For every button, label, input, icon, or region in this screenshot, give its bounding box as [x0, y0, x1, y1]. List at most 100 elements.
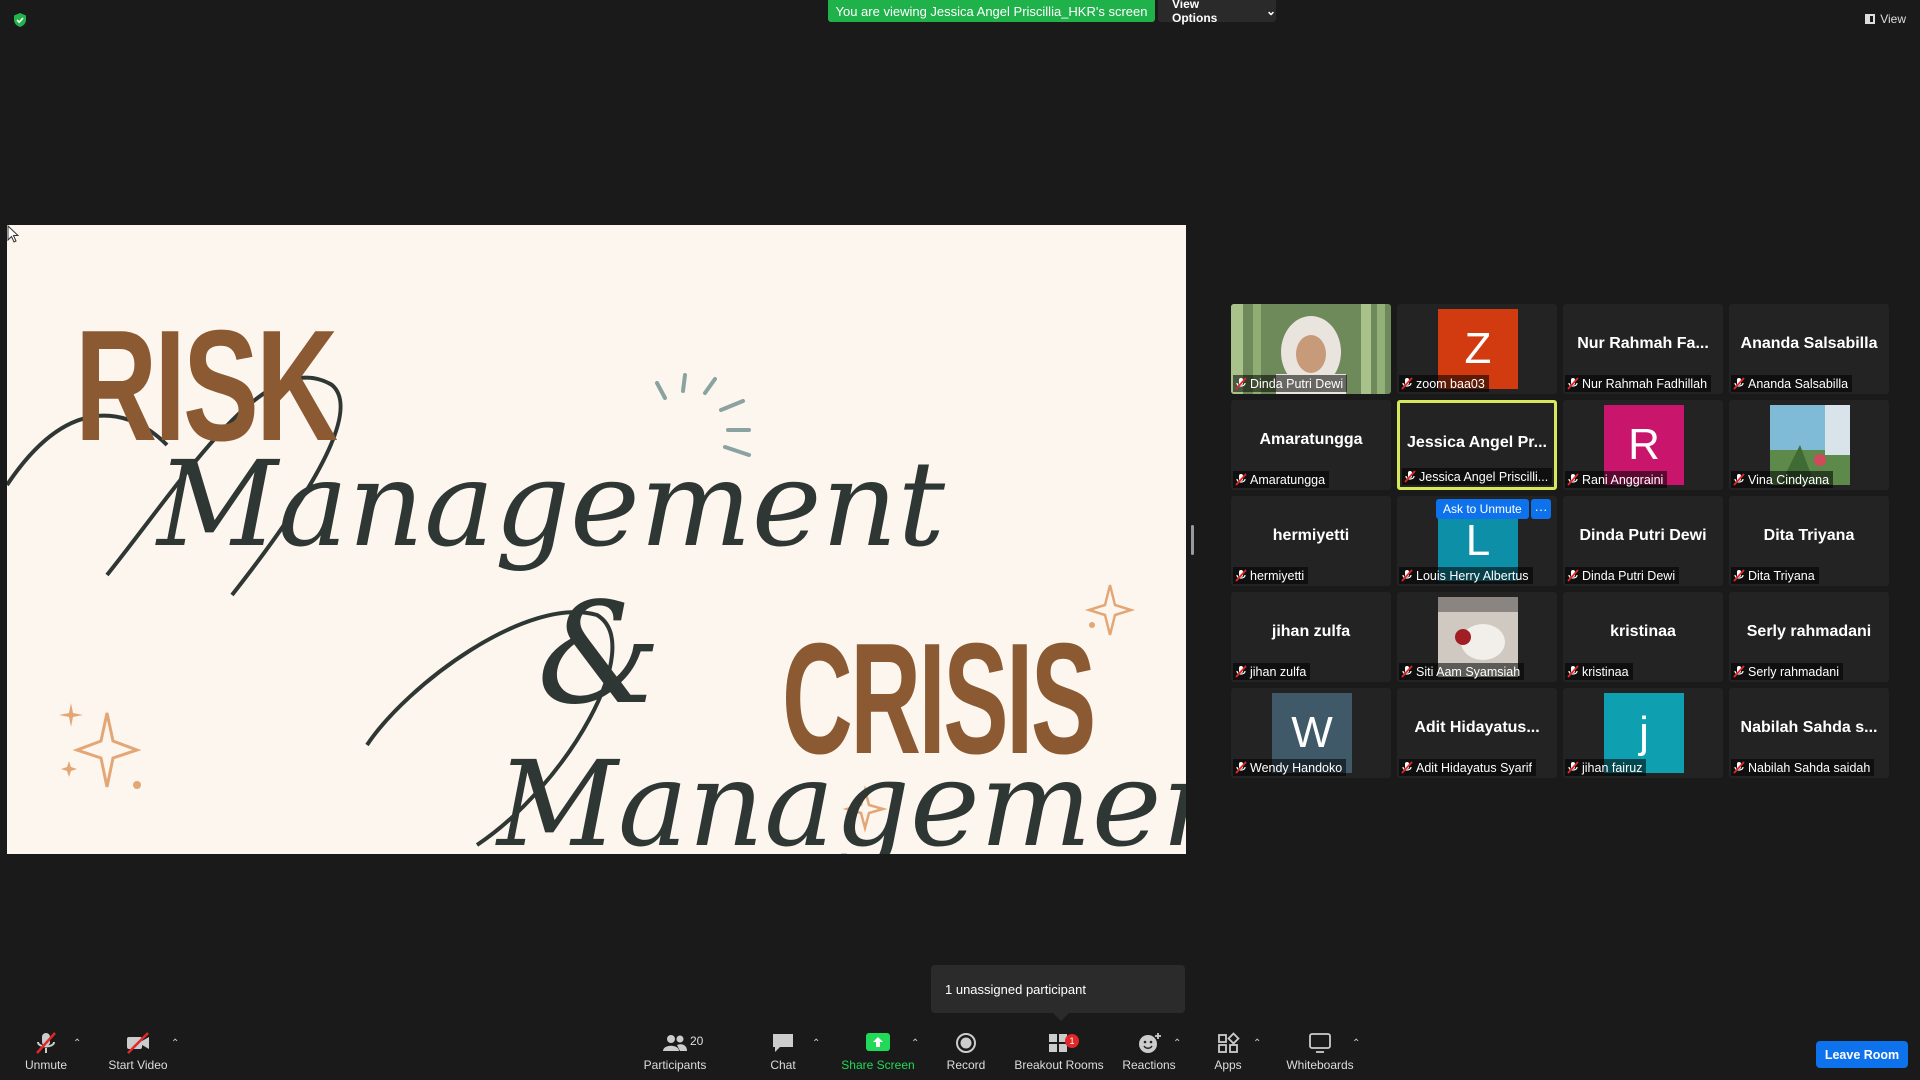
participant-name-tag: jihan fairuz [1565, 759, 1647, 776]
microphone-muted-icon [1235, 761, 1247, 774]
microphone-muted-icon [1567, 569, 1579, 582]
chat-options-caret-icon[interactable]: ⌃ [812, 1038, 820, 1049]
microphone-muted-icon [1733, 569, 1745, 582]
participant-tile[interactable]: Siti Aam Syamsiah [1397, 592, 1557, 682]
participant-tile[interactable]: jihan zulfa jihan zulfa [1231, 592, 1391, 682]
top-bar: You are viewing Jessica Angel Priscillia… [0, 0, 1920, 27]
reactions-options-caret-icon[interactable]: ⌃ [1173, 1038, 1181, 1049]
participant-tile[interactable]: R Rani Anggraini [1563, 400, 1723, 490]
participants-label: Participants [643, 1058, 707, 1072]
participants-button[interactable]: Participants [640, 1024, 710, 1080]
record-icon [956, 1033, 976, 1053]
slide-script-management-1: Management [157, 435, 946, 573]
participant-name-tag: Vina Cindyana [1731, 471, 1834, 488]
participant-name-label: Dita Triyana [1748, 568, 1815, 583]
mouse-cursor-icon [7, 225, 19, 243]
video-options-caret-icon[interactable]: ⌃ [171, 1038, 179, 1049]
participant-name-tag: Dita Triyana [1731, 567, 1819, 584]
start-video-label: Start Video [108, 1058, 168, 1072]
participant-name-label: Rani Anggraini [1582, 472, 1664, 487]
participant-tile[interactable]: Serly rahmadani Serly rahmadani [1729, 592, 1889, 682]
participant-display-name: Nabilah Sahda s... [1740, 719, 1878, 736]
audio-options-caret-icon[interactable]: ⌃ [73, 1038, 81, 1049]
participant-tile[interactable]: j jihan fairuz [1563, 688, 1723, 778]
participant-tile[interactable]: Adit Hidayatus... Adit Hidayatus Syarif [1397, 688, 1557, 778]
microphone-muted-icon [1401, 569, 1413, 582]
reactions-button[interactable]: Reactions [1120, 1024, 1178, 1080]
participant-name-label: kristinaa [1582, 664, 1629, 679]
share-screen-label: Share Screen [841, 1058, 915, 1072]
more-options-button[interactable]: ··· [1531, 499, 1551, 519]
start-video-button[interactable]: Start Video [106, 1024, 170, 1080]
microphone-muted-icon [1733, 761, 1745, 774]
participant-name-tag: Wendy Handoko [1233, 759, 1347, 776]
participant-tile[interactable]: Amaratungga Amaratungga [1231, 400, 1391, 490]
whiteboards-options-caret-icon[interactable]: ⌃ [1352, 1038, 1360, 1049]
ask-to-unmute-button[interactable]: Ask to Unmute [1436, 499, 1529, 519]
security-shield-icon[interactable] [12, 12, 28, 28]
whiteboards-button[interactable]: Whiteboards [1283, 1024, 1357, 1080]
toast-text: 1 unassigned participant [945, 981, 1086, 997]
unmute-button[interactable]: Unmute [20, 1024, 72, 1080]
meeting-toolbar: Unmute ⌃ Start Video ⌃ Participants 20 C… [0, 1024, 1920, 1080]
chat-label: Chat [770, 1058, 796, 1072]
participant-display-name: Adit Hidayatus... [1414, 719, 1540, 736]
microphone-muted-icon [1567, 377, 1579, 390]
participant-tile[interactable]: Nur Rahmah Fa... Nur Rahmah Fadhillah [1563, 304, 1723, 394]
participant-tile[interactable]: Dinda Putri Dewi [1231, 304, 1391, 394]
participant-tile[interactable]: Jessica Angel Pr... Jessica Angel Priscil… [1397, 400, 1557, 490]
participant-tile[interactable]: Dita Triyana Dita Triyana [1729, 496, 1889, 586]
microphone-muted-icon [1235, 569, 1247, 582]
breakout-notification-badge: 1 [1065, 1034, 1079, 1048]
shared-screen-slide: RISK Management & CRISIS Management [7, 225, 1186, 854]
split-view-resize-handle[interactable] [1191, 525, 1194, 555]
participant-name-label: zoom baa03 [1416, 376, 1485, 391]
microphone-muted-icon [1733, 665, 1745, 678]
microphone-muted-icon [1404, 470, 1416, 483]
viewing-banner-text: You are viewing Jessica Angel Priscillia… [835, 3, 1148, 19]
participant-tile[interactable]: Ananda Salsabilla Ananda Salsabilla [1729, 304, 1889, 394]
slide-ampersand: & [537, 573, 662, 736]
share-screen-button[interactable]: Share Screen [838, 1024, 918, 1080]
apps-button[interactable]: Apps [1213, 1024, 1243, 1080]
participant-name-tag: Dinda Putri Dewi [1233, 375, 1348, 392]
participant-name-label: Amaratungga [1250, 472, 1326, 487]
view-label: View [1880, 12, 1906, 26]
participant-tile[interactable]: Vina Cindyana [1729, 400, 1889, 490]
participant-name-label: Jessica Angel Priscilli... [1419, 469, 1549, 484]
participant-tile[interactable]: W Wendy Handoko [1231, 688, 1391, 778]
participant-name-tag: Jessica Angel Priscilli... [1402, 468, 1553, 485]
participant-name-tag: Louis Herry Albertus [1399, 567, 1533, 584]
view-layout-button[interactable]: View [1865, 12, 1906, 26]
microphone-muted-icon [1567, 473, 1579, 486]
chat-button[interactable]: Chat [763, 1024, 803, 1080]
microphone-muted-icon [1235, 377, 1247, 390]
participant-name-tag: jihan zulfa [1233, 663, 1311, 680]
participant-name-label: Dinda Putri Dewi [1250, 376, 1344, 391]
participant-name-tag: Dinda Putri Dewi [1565, 567, 1680, 584]
participant-name-tag: Nur Rahmah Fadhillah [1565, 375, 1712, 392]
apps-options-caret-icon[interactable]: ⌃ [1253, 1038, 1261, 1049]
participant-tile[interactable]: kristinaa kristinaa [1563, 592, 1723, 682]
breakout-rooms-button[interactable]: Breakout Rooms [1012, 1024, 1106, 1080]
participant-tile[interactable]: Zzoom baa03 [1397, 304, 1557, 394]
smiley-reaction-icon [1139, 1033, 1161, 1053]
participant-tile[interactable]: hermiyetti hermiyetti [1231, 496, 1391, 586]
share-options-caret-icon[interactable]: ⌃ [911, 1038, 919, 1049]
participant-display-name: Ananda Salsabilla [1740, 335, 1878, 352]
participant-tile[interactable]: Nabilah Sahda s... Nabilah Sahda saidah [1729, 688, 1889, 778]
participant-display-name: Serly rahmadani [1746, 623, 1872, 640]
unassigned-participant-toast: 1 unassigned participant [931, 965, 1185, 1021]
share-screen-arrow-icon [866, 1033, 890, 1051]
participant-name-tag: Adit Hidayatus Syarif [1399, 759, 1537, 776]
microphone-muted-icon [1567, 665, 1579, 678]
leave-room-button[interactable]: Leave Room [1816, 1041, 1908, 1068]
participant-name-label: Nabilah Sahda saidah [1748, 760, 1871, 775]
view-options-button[interactable]: View Options ⌄ [1158, 0, 1276, 25]
record-button[interactable]: Record [942, 1024, 990, 1080]
participant-name-tag: Serly rahmadani [1731, 663, 1844, 680]
participant-tile[interactable]: Dinda Putri Dewi Dinda Putri Dewi [1563, 496, 1723, 586]
chevron-down-icon: ⌄ [1265, 4, 1276, 18]
participant-name-label: Wendy Handoko [1250, 760, 1343, 775]
microphone-muted-icon [36, 1032, 56, 1054]
